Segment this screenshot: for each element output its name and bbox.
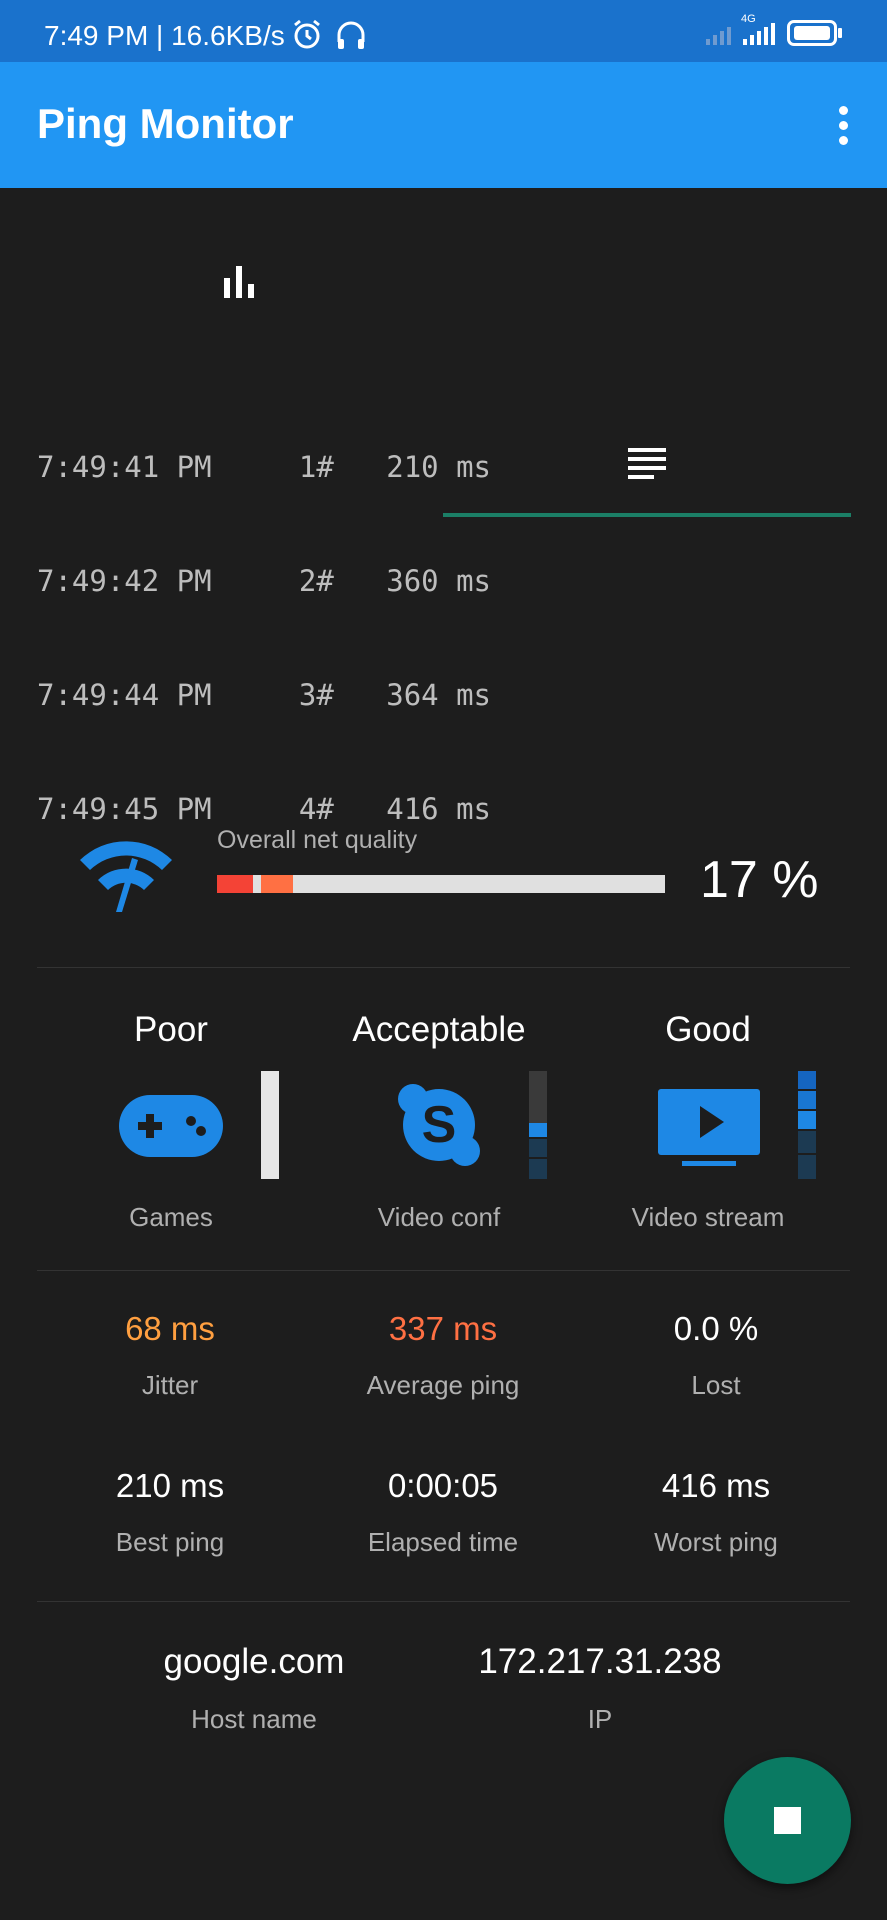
- headphones-icon: [337, 21, 365, 49]
- category-name: Video stream: [631, 1202, 785, 1232]
- category-name: Games: [129, 1202, 213, 1232]
- stat-worst-ping: 416 ms Worst ping: [576, 1467, 856, 1558]
- category-name: Video conf: [377, 1202, 501, 1232]
- stat-label: Worst ping: [654, 1527, 778, 1557]
- quality-label: Overall net quality: [217, 826, 418, 854]
- host-name-block: google.com Host name: [104, 1642, 404, 1735]
- category-video-stream: Good Video stream: [573, 1010, 843, 1232]
- games-meter: [261, 1071, 279, 1179]
- host-name: google.com: [163, 1642, 345, 1681]
- gamepad-icon: [119, 1095, 223, 1157]
- stop-icon: [774, 1807, 801, 1834]
- more-options-icon[interactable]: [837, 106, 849, 146]
- stat-jitter: 68 ms Jitter: [30, 1310, 310, 1401]
- category-rating: Poor: [134, 1010, 208, 1049]
- stat-value: 337 ms: [388, 1310, 498, 1347]
- ip-address: 172.217.31.238: [478, 1642, 722, 1681]
- log-row: 7:49:41 PM 1# 210 ms: [37, 450, 491, 484]
- category-rating: Acceptable: [352, 1010, 526, 1049]
- status-icons: 4G: [706, 13, 842, 48]
- stat-value: 416 ms: [661, 1467, 771, 1504]
- network-type: 4G: [741, 13, 756, 25]
- bar-chart-icon: [224, 266, 254, 298]
- tv-play-icon: [658, 1089, 760, 1166]
- stat-lost: 0.0 % Lost: [576, 1310, 856, 1401]
- quality-bar: [217, 875, 665, 893]
- status-bar: 7:49 PM | 16.6KB/s 4G: [0, 0, 887, 62]
- stat-best-ping: 210 ms Best ping: [30, 1467, 310, 1558]
- divider: [37, 1270, 850, 1271]
- tab-indicator: [443, 513, 851, 517]
- stat-value: 0.0 %: [673, 1310, 759, 1347]
- svg-text:S: S: [422, 1096, 457, 1154]
- log-row: 7:49:44 PM 3# 364 ms: [37, 678, 491, 712]
- stat-elapsed-time: 0:00:05 Elapsed time: [303, 1467, 583, 1558]
- log-row: 7:49:42 PM 2# 360 ms: [37, 564, 491, 598]
- video-conf-meter: [529, 1071, 547, 1179]
- stat-average-ping: 337 ms Average ping: [303, 1310, 583, 1401]
- skype-icon: S: [398, 1084, 480, 1166]
- battery-icon: [787, 20, 842, 46]
- list-icon: [628, 448, 666, 479]
- ip-block: 172.217.31.238 IP: [440, 1642, 760, 1735]
- signal-1-icon: [706, 21, 731, 45]
- stat-label: Best ping: [115, 1527, 225, 1557]
- stat-label: Elapsed time: [367, 1527, 519, 1557]
- app-bar: Ping Monitor: [0, 62, 887, 188]
- stop-button[interactable]: [724, 1757, 851, 1884]
- stat-value: 210 ms: [115, 1467, 225, 1504]
- stat-label: Jitter: [141, 1370, 199, 1400]
- tab-log[interactable]: [443, 372, 886, 517]
- video-stream-meter: [798, 1071, 816, 1179]
- stat-label: Lost: [691, 1370, 741, 1400]
- category-rating: Good: [665, 1010, 751, 1049]
- category-games: Poor Games: [36, 1010, 306, 1232]
- divider: [37, 1601, 850, 1602]
- log-row: 7:49:45 PM 4# 416 ms: [37, 792, 491, 826]
- tab-chart[interactable]: [0, 188, 443, 333]
- wifi-speed-icon: [80, 841, 172, 912]
- category-video-conf: Acceptable Video conf: [304, 1010, 574, 1232]
- host-name-label: Host name: [191, 1704, 317, 1734]
- stat-label: Average ping: [366, 1370, 520, 1400]
- signal-4g-icon: 4G: [741, 13, 775, 45]
- app-title: Ping Monitor: [37, 100, 294, 147]
- ip-label: IP: [587, 1704, 613, 1734]
- stat-value: 68 ms: [125, 1310, 215, 1347]
- status-time: 7:49 PM | 16.6KB/s: [44, 20, 285, 51]
- divider: [37, 967, 850, 968]
- quality-percent: 17 %: [700, 851, 819, 909]
- ping-log: 7:49:41 PM 1# 210 ms 7:49:42 PM 2# 360 m…: [37, 372, 491, 866]
- stat-value: 0:00:05: [387, 1467, 499, 1504]
- alarm-icon: [294, 19, 320, 49]
